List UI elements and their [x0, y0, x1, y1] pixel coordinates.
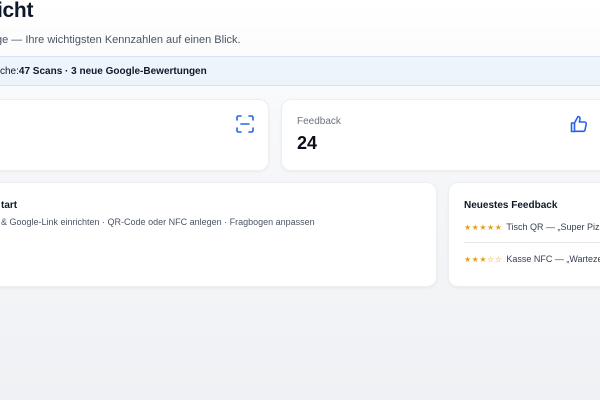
feedback-text: Kasse NFC — „Wartezeit [506, 254, 600, 264]
newest-feedback-card: Neuestes Feedback ★★★★★ Tisch QR — „Super… [448, 182, 600, 287]
feedback-list-item[interactable]: ★★★★★ Tisch QR — „Super Pizza [464, 222, 600, 236]
star-rating: ★★★☆☆ [464, 255, 503, 264]
divider [464, 242, 600, 243]
qr-scan-icon [235, 114, 255, 134]
quick-start-steps: & Google-Link einrichten · QR-Code oder … [1, 217, 315, 227]
banner-highlight: 47 Scans · 3 neue Google-Bewertungen [18, 65, 207, 77]
feedback-text: Tisch QR — „Super Pizza [506, 222, 600, 232]
feedback-stat-label: Feedback [297, 116, 341, 127]
thumbs-up-icon [569, 114, 589, 134]
feedback-list-item[interactable]: ★★★☆☆ Kasse NFC — „Wartezeit [464, 254, 600, 268]
summary-banner: che: 47 Scans · 3 neue Google-Bewertunge… [0, 56, 600, 86]
feedback-stat-value: 24 [297, 133, 318, 153]
star-rating: ★★★★★ [464, 223, 503, 232]
page-title: icht [0, 0, 34, 22]
page-subtitle: ge — Ihre wichtigsten Kennzahlen auf ein… [0, 34, 241, 46]
quick-start-card: tart & Google-Link einrichten · QR-Code … [0, 182, 437, 287]
newest-feedback-title: Neuestes Feedback [464, 200, 558, 211]
feedback-stat-card: Feedback 24 [281, 99, 600, 171]
scans-stat-card [0, 99, 269, 171]
quick-start-title: tart [1, 200, 18, 211]
banner-prefix: che: [0, 65, 19, 77]
